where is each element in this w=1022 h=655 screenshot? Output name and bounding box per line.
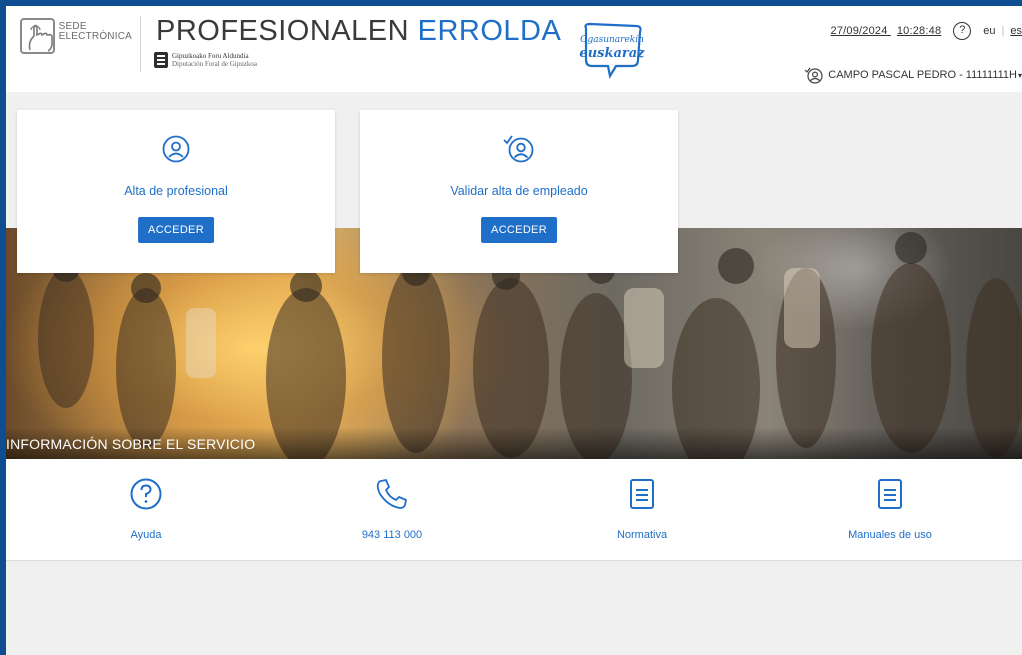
help-icon[interactable]: ? [953, 22, 972, 40]
hero-caption: INFORMACIÓN SOBRE EL SERVICIO [6, 427, 1022, 459]
time: 10:28:48 [896, 25, 942, 37]
site-header: SEDE ELECTRÓNICA PROFESIONALEN ERROLDA G… [6, 6, 1022, 92]
sede-text: SEDE ELECTRÓNICA [59, 22, 132, 42]
info-label: Normativa [616, 529, 668, 541]
info-label: Ayuda [130, 529, 162, 541]
sede-electronica-logo[interactable]: SEDE ELECTRÓNICA [20, 18, 132, 58]
lang-eu-link[interactable]: eu [983, 25, 995, 37]
card-alta-profesional: Alta de profesional ACCEDER [17, 110, 335, 273]
diputacion-logo: Gipuzkoako Foru Aldundia Diputación Fora… [154, 52, 257, 68]
info-item-ayuda[interactable]: Ayuda [46, 477, 246, 541]
info-item-manuales[interactable]: Manuales de uso [790, 477, 990, 541]
card-title: Alta de profesional [124, 184, 228, 198]
help-icon [130, 478, 162, 510]
info-item-normativa[interactable]: Normativa [542, 477, 742, 541]
phone-icon [376, 479, 407, 509]
user-menu[interactable]: CAMPO PASCAL PEDRO - 11111111H ▾ [804, 66, 1022, 84]
app-title-part2: ERROLDA [417, 15, 562, 47]
badge-line2: euskaraz [579, 46, 645, 61]
date: 27/09/2024 [830, 25, 888, 37]
card-validar-alta: Validar alta de empleado ACCEDER [360, 110, 678, 273]
chevron-down-icon: ▾ [1017, 70, 1022, 80]
user-circle-icon [162, 135, 190, 163]
app-title: PROFESIONALEN ERROLDA [156, 14, 561, 48]
document-icon [878, 479, 902, 509]
info-label: 943 113 000 [361, 529, 423, 541]
app-title-part1: PROFESIONALEN [156, 15, 410, 47]
header-top-bar: 27/09/2024 10:28:48 ? eu | es [831, 22, 1022, 40]
page: SEDE ELECTRÓNICA PROFESIONALEN ERROLDA G… [6, 6, 1022, 655]
acceder-button[interactable]: ACCEDER [481, 217, 557, 243]
lang-separator: | [1001, 25, 1005, 37]
user-check-icon [804, 67, 823, 84]
user-check-icon [503, 135, 534, 163]
euskaraz-badge[interactable]: Ogasunarekin euskaraz [576, 20, 648, 80]
org-line2: Diputación Foral de Gipuzkoa [172, 60, 257, 68]
service-info-strip: Ayuda 943 113 000 Normativa Manuales de … [6, 459, 1022, 561]
diputacion-emblem-icon [154, 52, 168, 68]
info-label: Manuales de uso [848, 529, 932, 541]
org-line1: Gipuzkoako Foru Aldundia [172, 52, 249, 60]
info-item-telefono[interactable]: 943 113 000 [292, 477, 492, 541]
sede-line2: ELECTRÓNICA [58, 31, 132, 42]
acceder-button[interactable]: ACCEDER [138, 217, 214, 243]
header-divider [140, 16, 141, 72]
badge-line1: Ogasunarekin [580, 35, 644, 45]
datetime: 27/09/2024 10:28:48 [831, 25, 942, 37]
document-icon [630, 479, 654, 509]
lang-es-link[interactable]: es [1010, 25, 1022, 37]
hand-touch-icon [20, 18, 55, 54]
user-name: CAMPO PASCAL PEDRO - 11111111H [828, 69, 1017, 81]
service-info-heading: INFORMACIÓN SOBRE EL SERVICIO [6, 436, 256, 452]
card-title: Validar alta de empleado [450, 184, 588, 198]
